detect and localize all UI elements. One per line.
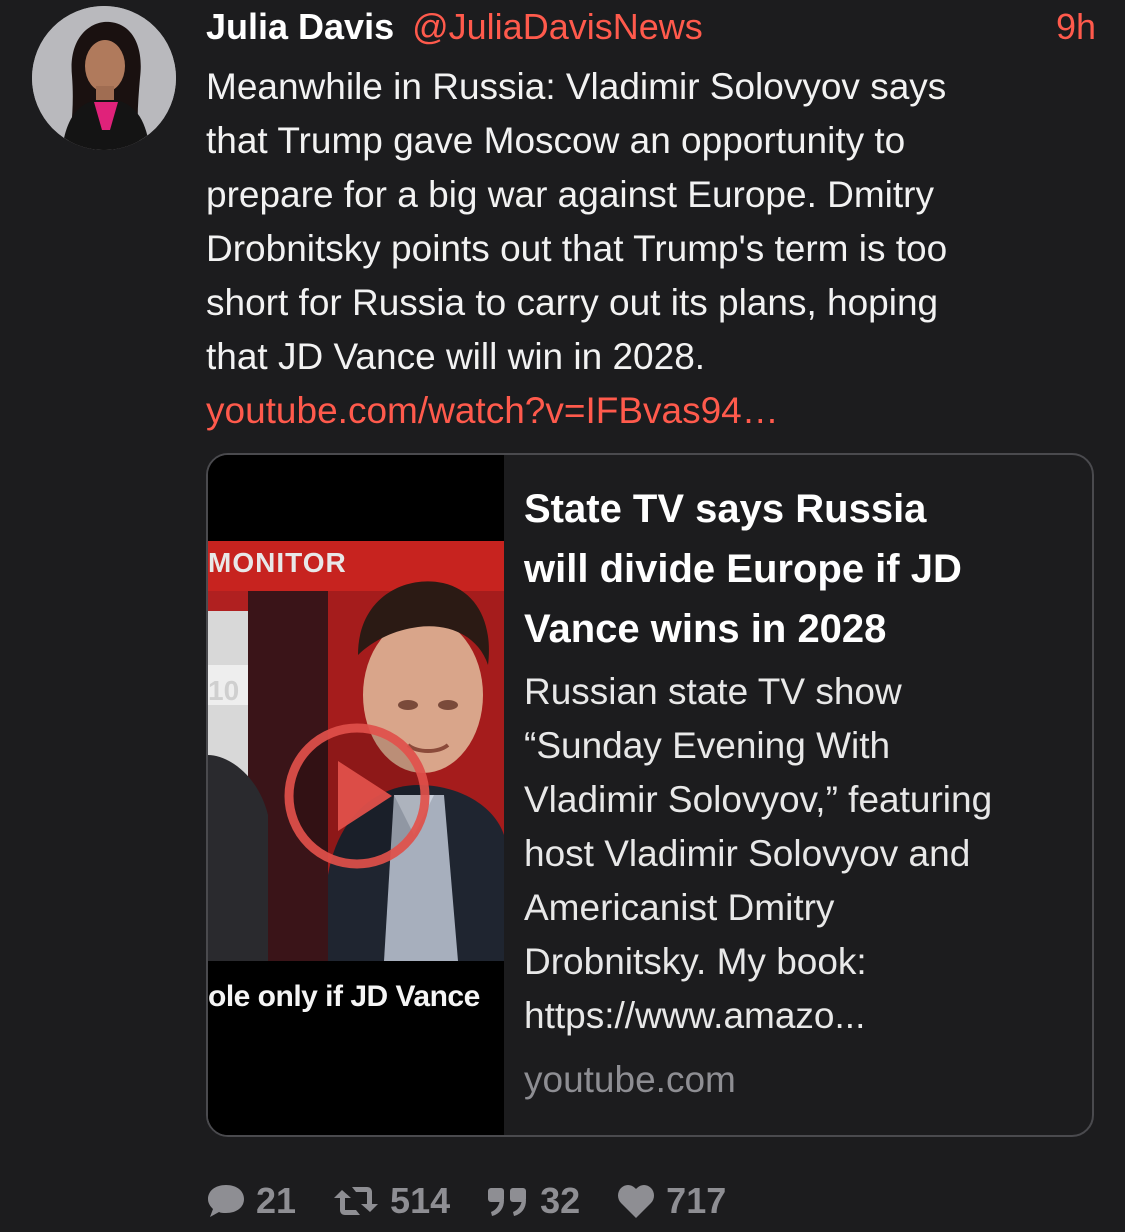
monitor-label: MONITOR: [208, 547, 347, 578]
tweet[interactable]: Julia Davis @JuliaDavisNews 9h Meanwhile…: [0, 0, 1125, 1232]
reply-button[interactable]: 21: [206, 1180, 296, 1222]
play-icon: [284, 723, 430, 869]
tweet-link[interactable]: youtube.com/watch?v=IFBvas94…: [206, 384, 1096, 438]
retweet-icon: [334, 1187, 379, 1215]
quote-count: 32: [540, 1180, 581, 1221]
side-number: 10: [208, 675, 240, 706]
tweet-content: Julia Davis @JuliaDavisNews 9h Meanwhile…: [206, 0, 1096, 438]
tweet-actions: 21 514 32 717: [206, 1176, 762, 1226]
like-button[interactable]: 717: [616, 1180, 726, 1222]
tweet-text: Meanwhile in Russia: Vladimir Solovyov s…: [206, 66, 948, 377]
quote-button[interactable]: 32: [486, 1180, 580, 1222]
avatar[interactable]: [32, 6, 176, 150]
card-title[interactable]: State TV says Russia will divide Europe …: [524, 479, 1074, 659]
tweet-header: Julia Davis @JuliaDavisNews 9h: [206, 0, 1096, 54]
retweet-button[interactable]: 514: [332, 1180, 450, 1222]
reply-icon: [208, 1185, 244, 1217]
link-preview-card[interactable]: MONITOR 10 ole only if JD Vance State TV…: [206, 453, 1094, 1137]
quote-icon: [488, 1188, 527, 1216]
author-handle[interactable]: @JuliaDavisNews: [412, 6, 703, 48]
card-description: Russian state TV show “Sunday Evening Wi…: [524, 671, 993, 1036]
tweet-timestamp[interactable]: 9h: [1056, 6, 1096, 48]
card-domain: youtube.com: [524, 1059, 736, 1100]
video-caption: ole only if JD Vance: [208, 980, 480, 1013]
like-count: 717: [666, 1180, 727, 1221]
play-button[interactable]: [282, 721, 432, 871]
like-icon: [618, 1185, 655, 1218]
reply-count: 21: [256, 1180, 297, 1221]
video-thumbnail[interactable]: MONITOR 10 ole only if JD Vance: [208, 455, 504, 1135]
retweet-count: 514: [390, 1180, 451, 1221]
card-text: State TV says Russia will divide Europe …: [524, 479, 1074, 1107]
author-name[interactable]: Julia Davis: [206, 6, 394, 48]
